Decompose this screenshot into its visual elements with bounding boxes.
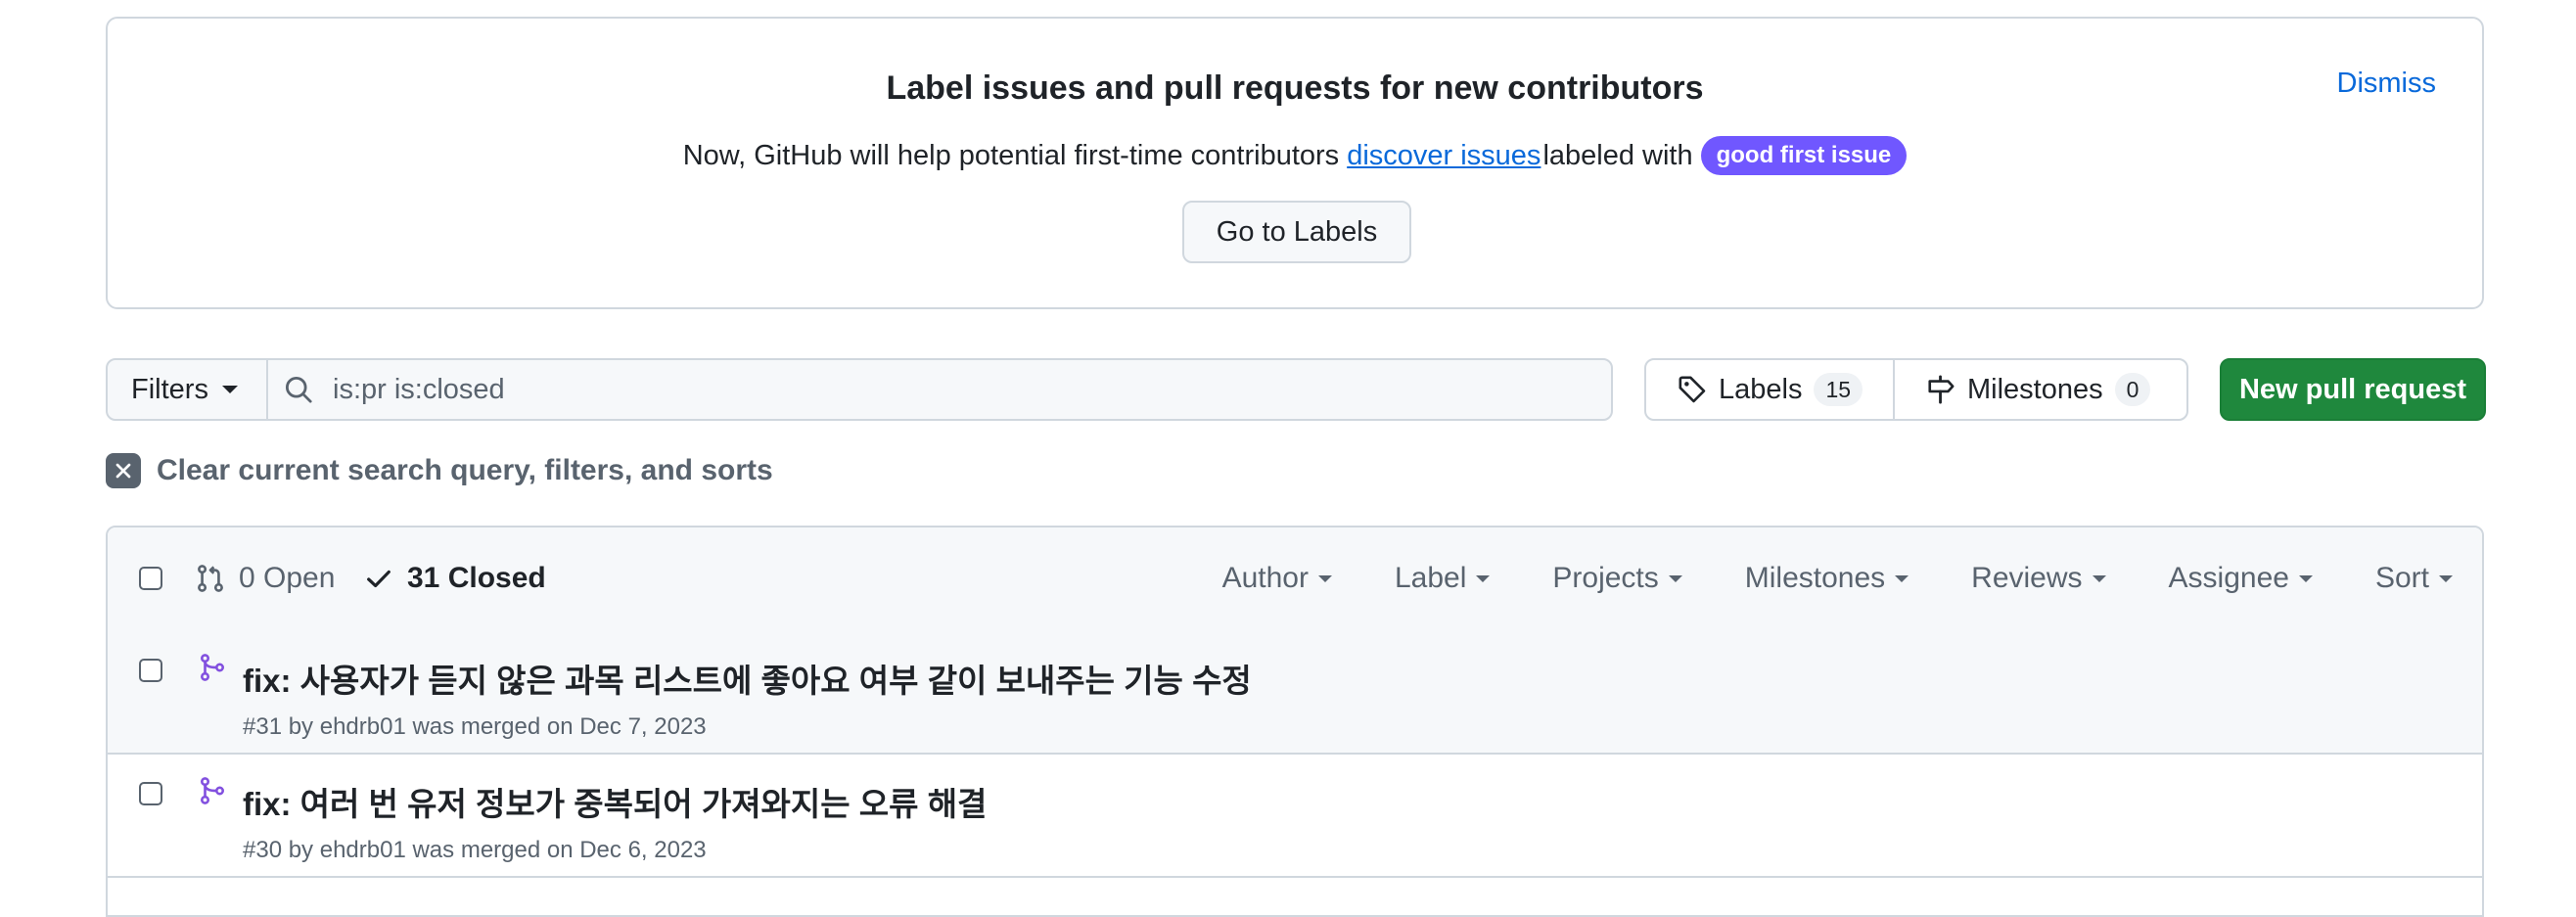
projects-menu-label: Projects [1552,562,1659,594]
select-all-checkbox[interactable] [139,567,162,590]
milestones-menu[interactable]: Milestones [1745,562,1909,595]
pull-request-icon [198,565,223,592]
assignee-menu[interactable]: Assignee [2169,562,2313,595]
search-icon [285,376,312,403]
caret-down-icon [1317,574,1332,582]
clear-filters-label: Clear current search query, filters, and… [157,454,773,486]
pr-title-link[interactable]: fix: 사용자가 듣지 않은 과목 리스트에 좋아요 여부 같이 보내주는 기… [243,655,1252,702]
banner-desc-prefix: Now, GitHub will help potential first-ti… [682,139,1340,171]
caret-down-icon [1668,574,1682,582]
list-item: fix: 사용자가 듣지 않은 과목 리스트에 좋아요 여부 같이 보내주는 기… [108,631,2482,755]
clear-filters-link[interactable]: Clear current search query, filters, and… [106,453,773,488]
milestones-button[interactable]: Milestones 0 [1893,358,2188,421]
milestones-menu-label: Milestones [1744,562,1886,594]
author-menu-label: Author [1221,562,1309,594]
projects-menu[interactable]: Projects [1552,562,1682,595]
milestones-label: Milestones [1967,373,2103,405]
banner-title: Label issues and pull requests for new c… [886,69,1704,107]
caret-down-icon [1476,574,1491,582]
check-icon [367,570,391,588]
caret-down-icon [221,386,238,393]
go-to-labels-button[interactable]: Go to Labels [1182,201,1411,263]
row-checkbox[interactable] [139,782,162,805]
milestones-count: 0 [2114,373,2151,406]
list-header: 0 Open 31 Closed Author Label Projects M… [108,527,2482,633]
labels-button[interactable]: Labels 15 [1644,358,1895,421]
search-input[interactable] [331,372,1509,407]
good-first-issue-label: good first issue [1700,136,1908,175]
reviews-menu-label: Reviews [1971,562,2083,594]
filters-label: Filters [131,373,208,405]
close-icon [106,453,141,488]
labels-count: 15 [1814,373,1863,406]
row-checkbox[interactable] [139,659,162,682]
caret-down-icon [2298,574,2313,582]
pull-request-list: 0 Open 31 Closed Author Label Projects M… [106,526,2484,917]
list-item: fix: 여러 번 유저 정보가 중복되어 가져와지는 오류 해결 #30 by… [108,755,2482,878]
dismiss-link[interactable]: Dismiss [2337,68,2437,100]
merged-icon [200,654,225,681]
pr-meta: #31 by ehdrb01 was merged on Dec 7, 2023 [243,713,707,740]
sort-menu-label: Sort [2374,562,2429,594]
pr-title-link[interactable]: fix: 여러 번 유저 정보가 중복되어 가져와지는 오류 해결 [243,778,987,825]
banner-description: Now, GitHub will help potential first-ti… [108,136,2482,175]
labels-label: Labels [1719,373,1803,405]
filters-dropdown[interactable]: Filters [106,358,268,421]
caret-down-icon [2439,574,2453,582]
closed-count-label: 31 Closed [407,562,546,594]
sort-menu[interactable]: Sort [2375,562,2453,595]
tag-icon [1679,376,1706,403]
milestone-icon [1928,375,1955,404]
label-menu-label: Label [1394,562,1467,594]
label-menu[interactable]: Label [1394,562,1491,595]
new-pull-request-button[interactable]: New pull request [2220,358,2486,421]
assignee-menu-label: Assignee [2168,562,2289,594]
merged-icon [200,777,225,804]
list-filter-menus: Author Label Projects Milestones Reviews… [1222,562,2453,595]
author-menu[interactable]: Author [1222,562,1332,595]
reviews-menu[interactable]: Reviews [1971,562,2106,595]
contributor-banner: Label issues and pull requests for new c… [106,17,2484,309]
closed-filter[interactable]: 31 Closed [364,562,546,595]
open-filter[interactable]: 0 Open [196,562,335,595]
search-box[interactable] [266,358,1613,421]
caret-down-icon [2092,574,2106,582]
caret-down-icon [1895,574,1909,582]
banner-desc-suffix: labeled with [1542,139,1693,171]
pr-meta: #30 by ehdrb01 was merged on Dec 6, 2023 [243,837,707,863]
open-count-label: 0 Open [239,562,336,594]
discover-issues-link[interactable]: discover issues [1347,140,1541,172]
